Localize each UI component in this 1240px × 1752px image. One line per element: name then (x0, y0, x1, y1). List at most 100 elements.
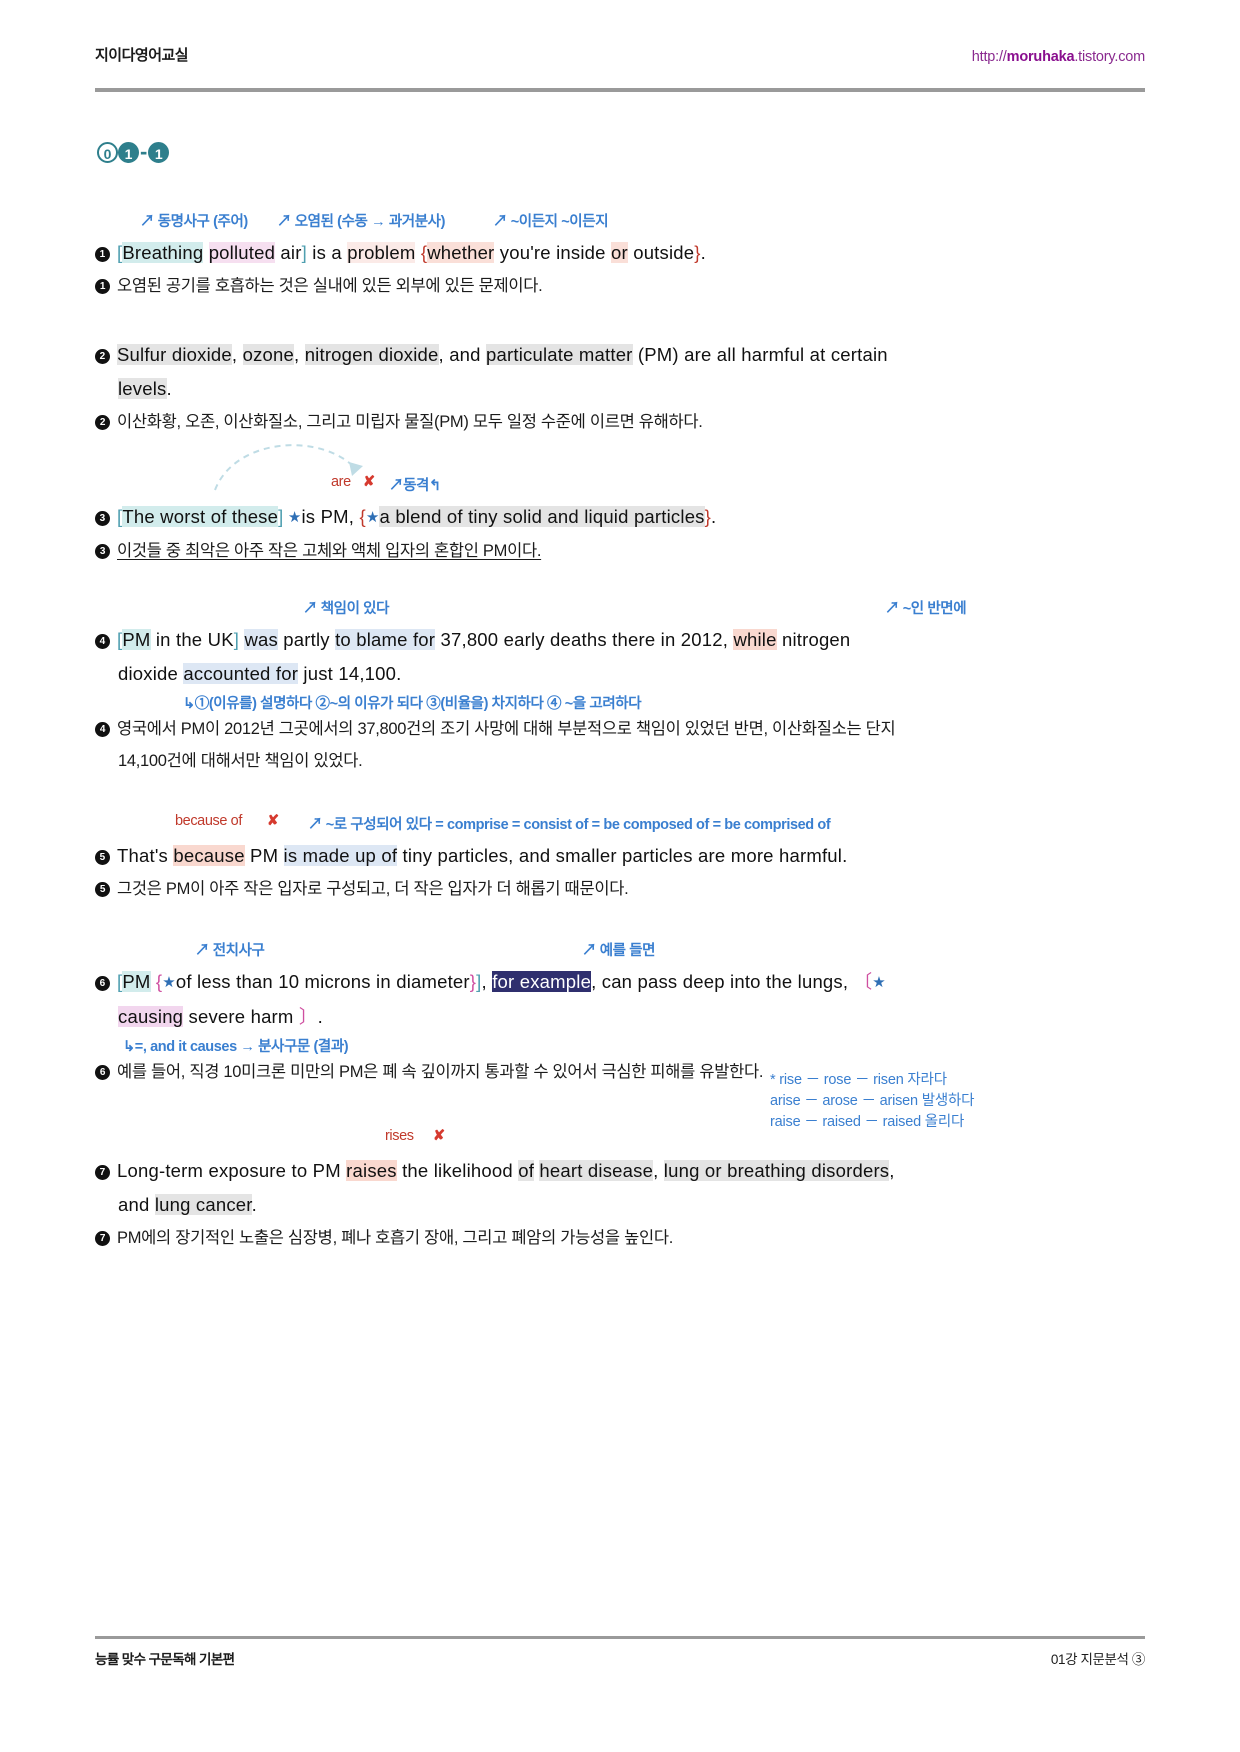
en1-token-6: is a (306, 242, 348, 263)
en4b-token-0: dioxide (118, 663, 184, 684)
grammar-note-6-0: ↗ 전치사구 (195, 943, 265, 959)
sentence-block-4: ↗ 책임이 있다 ↗ ~인 반면에 4 [PM in the UK] was part… (95, 597, 1145, 777)
en5-token-2: PM (244, 845, 284, 866)
sub-grammar-note-6: ↳=, and it causes → 분사구문 (결과) (123, 1039, 349, 1055)
en7-token-8: , (889, 1160, 895, 1181)
grammar-note-6-1: ↗ 예를 들면 (582, 943, 656, 959)
translation-marker-6: 6 (95, 1065, 110, 1080)
english-sentence-4-line2: dioxide accounted for just 14,100. (95, 657, 1145, 691)
grammar-note-1-1: ↗ 오염된 (수동 → 과거분사) (277, 214, 446, 230)
en4-token-5: was (244, 629, 278, 650)
sentence-block-2: 2 Sulfur dioxide, ozone, nitrogen dioxide… (95, 338, 1145, 438)
verb-forms-line-2: arise － arose － arisen 발생하다 (770, 1093, 975, 1109)
en5-token-1: because (173, 845, 245, 866)
en5-token-4: tiny particles, and smaller particles ar… (397, 845, 848, 866)
korean-text-7: PM에의 장기적인 노출은 심장병, 폐나 호흡기 장애, 그리고 폐암의 가능… (117, 1229, 674, 1247)
korean-text-3: 이것들 중 최악은 아주 작은 고체와 액체 입자의 혼합인 PM이다. (117, 542, 542, 560)
en4-token-10: nitrogen (776, 629, 851, 650)
korean-translation-4-line2: 14,100건에 대해서만 책임이 있었다. (118, 752, 363, 770)
sub-grammar-note-4: ↳①(이유를) 설명하다 ②~의 이유가 되다 ③(비율을) 차지하다 ④ ~을… (183, 696, 642, 712)
en4-token-6: partly (277, 629, 336, 650)
english-sentence-7-line2: and lung cancer. (95, 1188, 1145, 1222)
korean-translation-3: 3 이것들 중 최악은 아주 작은 고체와 액체 입자의 혼합인 PM이다. (95, 536, 1145, 567)
translation-marker-3: 3 (95, 544, 110, 559)
english-sentence-7: 7 Long-term exposure to PM raises the lik… (95, 1154, 1145, 1188)
korean-translation-7: 7 PM에의 장기적인 노출은 심장병, 폐나 호흡기 장애, 그리고 폐암의 가… (95, 1223, 1145, 1254)
grammar-note-7-1: ✘ (433, 1128, 445, 1144)
en2-token-6: particulate matter (486, 344, 633, 365)
en2b-token-0: levels (118, 378, 167, 399)
en4b-token-2: just 14,100. (298, 663, 402, 684)
en6b-token-2: 〕 (298, 1006, 318, 1027)
english-sentence-6-line2: causing severe harm 〕. (95, 1000, 1145, 1034)
en1-token-11: you're inside (494, 242, 611, 263)
sentence-marker-2: 2 (95, 349, 110, 364)
sentence-block-3: are ✘ ↗동격↰ 3 [The worst of these] ★is PM, {★… (95, 474, 1145, 567)
en7-token-3: of (518, 1160, 535, 1181)
verb-forms-line-3: raise － raised － raised 올리다 (770, 1114, 965, 1130)
en1-token-13: outside (627, 242, 695, 263)
english-sentence-6: 6 [PM {★of less than 10 microns in diamet… (95, 965, 1145, 1000)
grammar-note-3-1: ✘ (363, 474, 375, 490)
en3-token-1: The worst of these (122, 506, 279, 527)
grammar-note-5-1: ✘ (267, 813, 279, 829)
en1-token-2 (203, 242, 208, 263)
en4-token-1: PM (122, 629, 151, 650)
section-num-zero: 0 (97, 141, 118, 163)
en2b-token-1: . (166, 378, 172, 399)
en1-token-3: polluted (208, 242, 276, 263)
korean-text-1: 오염된 공기를 호흡하는 것은 실내에 있든 외부에 있든 문제이다. (117, 277, 543, 295)
en3-token-7: a blend of tiny solid and liquid particl… (379, 506, 705, 527)
english-sentence-2-line2: levels. (95, 372, 1145, 406)
url-suffix: .tistory.com (1074, 49, 1145, 65)
en6b-token-1: severe harm (183, 1006, 299, 1027)
verb-forms-line-1: * rise － rose － risen 자라다 (770, 1072, 947, 1088)
english-sentence-4: 4 [PM in the UK] was partly to blame for … (95, 623, 1145, 657)
grammar-note-5-2: ↗ ~로 구성되어 있다 = comprise = consist of = b… (308, 817, 831, 833)
en4-token-7: to blame for (335, 629, 436, 650)
en2-token-2: ozone (242, 344, 294, 365)
english-sentence-2: 2 Sulfur dioxide, ozone, nitrogen dioxide… (95, 338, 1145, 372)
url-brand: moruhaka (1006, 49, 1075, 65)
document-page: 지이다영어교실 http://moruhaka.tistory.com 01-1… (0, 0, 1240, 1752)
grammar-note-1-2: ↗ ~이든지 ~이든지 (493, 214, 609, 230)
translation-marker-7: 7 (95, 1231, 110, 1246)
section-heading: 01-1 (97, 137, 170, 165)
en6-token-10: , can pass deep into the lungs, (591, 971, 854, 992)
en4-token-2: in the UK (150, 629, 234, 650)
en7b-token-0: and (118, 1194, 155, 1215)
en2-token-0: Sulfur dioxide (117, 344, 232, 365)
sentence-block-5: because of ✘ ↗ ~로 구성되어 있다 = comprise = con… (95, 813, 1145, 905)
en6-token-4: ★ (162, 974, 176, 991)
en1-token-12: or (611, 242, 628, 263)
sentence-marker-1: 1 (95, 247, 110, 262)
page-header: 지이다영어교실 http://moruhaka.tistory.com (95, 44, 1145, 65)
grammar-note-3-2: ↗동격↰ (389, 478, 441, 494)
en2-token-7: (PM) are all harmful at certain (632, 344, 888, 365)
en1-token-10: whether (427, 242, 495, 263)
english-sentence-3: 3 [The worst of these] ★is PM, {★a blend … (95, 500, 1145, 535)
en6b-token-3: . (317, 1006, 323, 1027)
sentence-marker-5: 5 (95, 850, 110, 865)
en6-token-11: 〔 (853, 971, 873, 992)
en7-token-7: lung or breathing disorders (663, 1160, 890, 1181)
site-name: 지이다영어교실 (95, 47, 189, 64)
en7-token-6: , (653, 1160, 664, 1181)
en2-token-4: nitrogen dioxide (304, 344, 439, 365)
korean-translation-1: 1 오염된 공기를 호흡하는 것은 실내에 있든 외부에 있든 문제이다. (95, 271, 1145, 302)
footer-book-title: 능률 맞수 구문독해 기본편 (95, 1652, 235, 1667)
en7b-token-2: . (251, 1194, 257, 1215)
korean-translation-4: 4 영국에서 PM이 2012년 그곳에서의 37,800건의 조기 사망에 대해… (95, 714, 1145, 745)
page-footer: 능률 맞수 구문독해 기본편 01강 지문분석 ③ (95, 1648, 1145, 1668)
footer-page-label: 01강 지문분석 ③ (1050, 1652, 1146, 1667)
section-dash: - (140, 139, 148, 165)
en2-token-1: , (231, 344, 243, 365)
verb-forms-note: * rise － rose － risen 자라다 arise － arose … (770, 1070, 974, 1133)
korean-text-6: 예를 들어, 직경 10미크론 미만의 PM은 폐 속 깊이까지 통과할 수 있… (117, 1063, 764, 1081)
translation-marker-1: 1 (95, 279, 110, 294)
translation-marker-5: 5 (95, 882, 110, 897)
en7-token-2: the likelihood (396, 1160, 519, 1181)
en4-token-9: while (733, 629, 777, 650)
en5-token-0: That's (117, 845, 174, 866)
en6-token-1: PM (122, 971, 151, 992)
